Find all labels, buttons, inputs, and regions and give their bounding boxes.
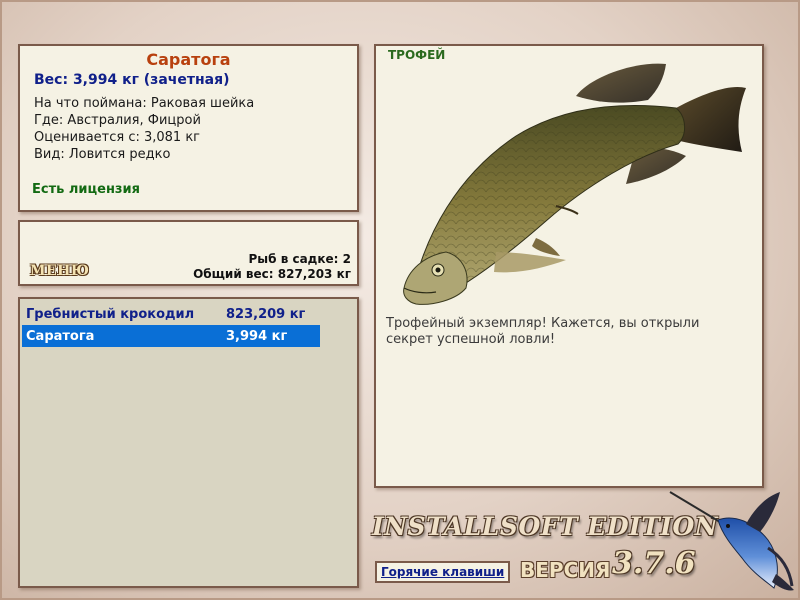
catch-name: Гребнистый крокодил — [26, 307, 195, 322]
menu-button[interactable]: МЕНЮ — [30, 263, 89, 279]
bait-info: На что поймана: Раковая шейка — [34, 96, 255, 111]
menu-panel: МЕНЮ Рыб в садке: 2 Общий вес: 827,203 к… — [18, 220, 359, 286]
trophy-panel: ТРОФЕЙ Трофейный экземпляр! Кажется, вы … — [374, 44, 764, 488]
fish-title: Саратога — [146, 50, 231, 69]
catch-list-row[interactable]: Гребнистый крокодил 823,209 кг — [22, 303, 320, 325]
license-status: Есть лицензия — [32, 182, 140, 197]
fish-image — [403, 63, 746, 305]
catch-name: Саратога — [26, 329, 95, 344]
catch-weight: 3,994 кг — [226, 329, 288, 344]
location-info: Где: Австралия, Фицрой — [34, 113, 201, 128]
hotkeys-link[interactable]: Горячие клавиши — [375, 561, 511, 583]
catch-list-row-selected[interactable]: Саратога 3,994 кг — [22, 325, 320, 347]
trophy-description: Трофейный экземпляр! Кажется, вы открыли… — [386, 316, 700, 347]
rarity-info: Вид: Ловится редко — [34, 147, 171, 162]
version-label: ВЕРСИЯ — [520, 558, 611, 582]
valued-from-info: Оценивается с: 3,081 кг — [34, 130, 201, 145]
marlin-icon — [669, 491, 794, 591]
fish-weight: Вес: 3,994 кг (зачетная) — [34, 72, 230, 88]
catch-list: Гребнистый крокодил 823,209 кг Саратога 3,9… — [18, 297, 359, 588]
fish-count: Рыб в садке: 2 — [248, 252, 352, 266]
total-weight: Общий вес: 827,203 кг — [193, 267, 351, 281]
fish-info-panel: Саратога Вес: 3,994 кг (зачетная) На что… — [18, 44, 359, 212]
catch-weight: 823,209 кг — [226, 307, 306, 322]
edition-logo: INSTALLSOFT EDITION — [372, 512, 719, 541]
